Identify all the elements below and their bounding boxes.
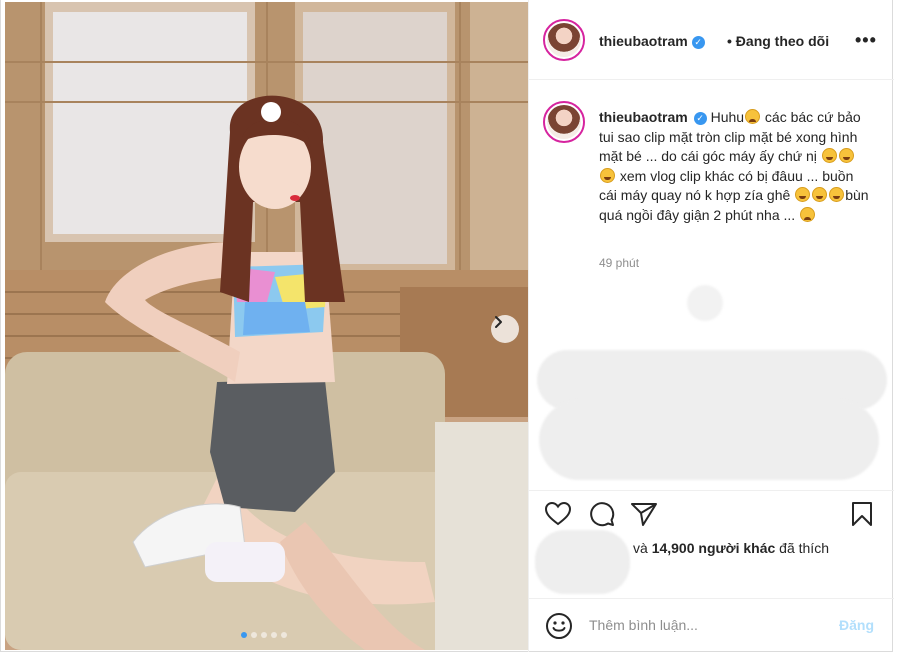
verified-badge-icon: ✓: [693, 112, 707, 125]
likes-section: và 14,900 người khác đã thích: [529, 530, 894, 600]
post-timestamp[interactable]: 49 phút: [599, 256, 639, 270]
redacted-comment-area: [539, 400, 879, 480]
carousel-dot: [251, 632, 257, 638]
author-username: thieubaotram: [599, 33, 688, 49]
laughing-emoji-icon: [795, 187, 811, 203]
add-comment-form: Đăng: [529, 598, 894, 652]
likes-count[interactable]: 14,900 người khác: [652, 540, 776, 556]
laughing-emoji-icon: [838, 148, 854, 164]
verified-badge-icon: ✓: [691, 36, 705, 49]
save-button[interactable]: [847, 499, 877, 529]
author-username-link[interactable]: thieubaotram ✓: [599, 33, 705, 49]
laughing-emoji-icon: [829, 187, 845, 203]
carousel-dot: [271, 632, 277, 638]
follow-status[interactable]: • Đang theo dõi: [727, 33, 829, 49]
post-header: thieubaotram ✓ • Đang theo dõi •••: [529, 0, 894, 80]
caption-section: thieubaotram ✓ Huhu các bác cứ bảo tui sa…: [529, 80, 894, 490]
caption-part-1: Huhu: [710, 109, 745, 125]
chevron-right-icon: [495, 316, 502, 328]
laughing-emoji-icon: [600, 167, 615, 183]
sad-face-emoji-icon: [745, 109, 761, 124]
share-button[interactable]: [629, 499, 659, 529]
post-side-panel: thieubaotram ✓ • Đang theo dõi ••• thieub…: [528, 0, 894, 652]
carousel-dot: [281, 632, 287, 638]
comment-input[interactable]: [589, 614, 819, 636]
post-comment-button[interactable]: Đăng: [839, 617, 874, 633]
caption-text: thieubaotram ✓ Huhu các bác cứ bảo tui sa…: [599, 108, 869, 226]
like-button[interactable]: [543, 499, 573, 529]
loading-spinner-icon: [687, 285, 723, 321]
caption-username[interactable]: thieubaotram: [599, 109, 688, 125]
smiley-icon[interactable]: [545, 612, 573, 640]
carousel-indicator: [241, 632, 287, 638]
paper-plane-icon: [631, 503, 657, 526]
author-avatar[interactable]: [543, 19, 585, 61]
post-photo[interactable]: [5, 2, 528, 650]
more-options-icon[interactable]: •••: [855, 30, 877, 51]
carousel-dot-active: [241, 632, 247, 638]
likes-prefix: và: [633, 540, 652, 556]
comment-button[interactable]: [587, 499, 617, 529]
carousel-dot: [261, 632, 267, 638]
likes-summary[interactable]: và 14,900 người khác đã thích: [633, 540, 829, 556]
separator-dot: •: [727, 33, 732, 49]
bookmark-icon: [852, 502, 872, 526]
laughing-emoji-icon: [821, 148, 837, 164]
following-button[interactable]: Đang theo dõi: [736, 33, 829, 49]
likes-suffix: đã thích: [775, 540, 829, 556]
carousel-next-button[interactable]: [491, 315, 519, 343]
instagram-post: thieubaotram ✓ • Đang theo dõi ••• thieub…: [0, 0, 894, 652]
frowning-face-emoji-icon: [800, 206, 816, 222]
heart-icon: [545, 502, 571, 526]
comment-bubble-icon: [590, 502, 615, 527]
redacted-liker-avatars: [535, 530, 630, 594]
laughing-emoji-icon: [812, 187, 828, 203]
caption-author-avatar[interactable]: [543, 101, 585, 143]
photo-illustration: [5, 2, 528, 650]
